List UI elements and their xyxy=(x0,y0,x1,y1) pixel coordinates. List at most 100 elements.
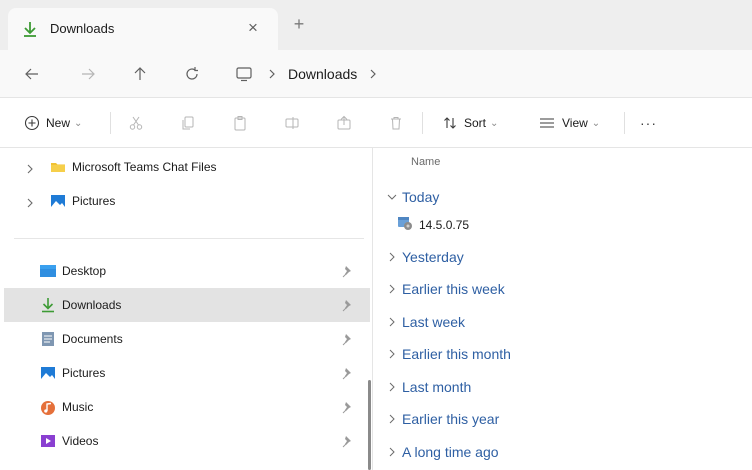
chevron-right-icon[interactable] xyxy=(266,68,278,80)
copy-icon xyxy=(182,116,194,130)
nav-label: Music xyxy=(62,400,94,414)
share-button[interactable] xyxy=(336,110,352,136)
group-a-long-time-ago[interactable]: A long time ago xyxy=(387,439,499,465)
download-icon xyxy=(22,20,38,38)
desktop-icon xyxy=(40,264,56,278)
new-button[interactable]: New ⌄ xyxy=(24,110,82,136)
copy-button[interactable] xyxy=(180,110,196,136)
scissors-icon xyxy=(129,116,143,130)
separator xyxy=(422,112,423,134)
monitor-icon xyxy=(236,67,252,82)
group-label: Last month xyxy=(402,379,472,395)
chevron-down-icon: ⌄ xyxy=(591,117,601,129)
videos-icon xyxy=(40,434,56,448)
plus-circle-icon xyxy=(24,115,40,131)
this-pc-button[interactable] xyxy=(232,62,256,86)
documents-icon xyxy=(40,332,56,346)
clipboard-icon xyxy=(234,116,246,131)
divider xyxy=(14,238,364,239)
refresh-icon xyxy=(186,67,198,80)
group-label: A long time ago xyxy=(402,444,499,460)
breadcrumb-downloads[interactable]: Downloads xyxy=(288,66,357,82)
nav-item-music[interactable]: Music xyxy=(4,390,370,424)
downloads-icon xyxy=(40,297,56,313)
nav-item-videos[interactable]: Videos xyxy=(4,424,370,458)
chevron-down-icon: ⌄ xyxy=(490,117,499,129)
up-button[interactable] xyxy=(128,62,152,86)
group-label: Earlier this month xyxy=(402,346,511,362)
delete-button[interactable] xyxy=(388,110,404,136)
group-earlier-this-year[interactable]: Earlier this year xyxy=(387,406,499,432)
chevron-right-icon[interactable] xyxy=(26,195,36,208)
chevron-right-icon[interactable] xyxy=(367,68,379,80)
nav-item-pictures-pinned[interactable]: Pictures xyxy=(4,356,370,390)
cut-button[interactable] xyxy=(128,110,144,136)
group-last-month[interactable]: Last month xyxy=(387,374,471,400)
nav-item-desktop[interactable]: Desktop xyxy=(4,254,370,288)
sort-button[interactable]: Sort ⌄ xyxy=(442,110,498,136)
group-yesterday[interactable]: Yesterday xyxy=(387,244,464,270)
pin-icon[interactable] xyxy=(342,400,354,414)
group-label: Earlier this week xyxy=(402,281,505,297)
chevron-right-icon xyxy=(387,446,397,458)
more-options-button[interactable]: ··· xyxy=(640,110,657,136)
forward-button[interactable] xyxy=(76,62,100,86)
group-earlier-this-week[interactable]: Earlier this week xyxy=(387,276,505,302)
pictures-icon xyxy=(40,366,56,380)
tab-title: Downloads xyxy=(50,21,115,36)
trash-icon xyxy=(391,117,401,130)
nav-label: Videos xyxy=(62,434,99,448)
nav-label: Desktop xyxy=(62,264,107,278)
breadcrumb: Downloads xyxy=(266,62,379,86)
pin-icon[interactable] xyxy=(342,298,354,312)
installer-file-icon xyxy=(397,215,413,236)
separator xyxy=(110,112,111,134)
sort-icon xyxy=(444,117,456,129)
file-name: 14.5.0.75 xyxy=(419,218,470,232)
chevron-right-icon xyxy=(387,381,397,393)
scrollbar-thumb[interactable] xyxy=(368,380,371,470)
chevron-down-icon xyxy=(387,191,397,203)
view-button[interactable]: View ⌄ xyxy=(538,110,600,136)
chevron-right-icon[interactable] xyxy=(26,161,36,174)
new-label: New xyxy=(46,116,71,130)
paste-button[interactable] xyxy=(232,110,248,136)
group-earlier-this-month[interactable]: Earlier this month xyxy=(387,341,511,367)
chevron-right-icon xyxy=(387,251,397,263)
share-icon xyxy=(337,115,351,130)
group-label: Today xyxy=(402,189,440,205)
navigation-bar: Downloads xyxy=(0,50,752,98)
nav-label: Pictures xyxy=(72,194,116,208)
arrow-left-icon xyxy=(25,68,38,80)
tab-downloads[interactable]: Downloads × xyxy=(8,8,278,50)
view-label: View xyxy=(562,116,588,130)
pin-icon[interactable] xyxy=(342,434,354,448)
pin-icon[interactable] xyxy=(342,264,354,278)
pictures-icon xyxy=(50,194,66,208)
file-row[interactable]: 14.5.0.75 xyxy=(397,214,469,236)
group-label: Yesterday xyxy=(402,249,464,265)
group-label: Earlier this year xyxy=(402,411,500,427)
pin-icon[interactable] xyxy=(342,332,354,346)
back-button[interactable] xyxy=(20,62,44,86)
arrow-right-icon xyxy=(82,68,95,80)
group-last-week[interactable]: Last week xyxy=(387,309,465,335)
arrow-up-icon xyxy=(134,67,146,80)
nav-label: Pictures xyxy=(62,366,106,380)
pin-icon[interactable] xyxy=(342,366,354,380)
column-header-name[interactable]: Name xyxy=(411,156,440,168)
nav-item-documents[interactable]: Documents xyxy=(4,322,370,356)
nav-item-microsoft-teams-chat-files[interactable]: Microsoft Teams Chat Files xyxy=(4,150,370,184)
close-tab-button[interactable]: × xyxy=(244,17,262,39)
nav-item-downloads[interactable]: Downloads xyxy=(4,288,370,322)
rename-button[interactable] xyxy=(284,110,300,136)
chevron-right-icon xyxy=(387,348,397,360)
new-tab-button[interactable]: + xyxy=(290,14,308,34)
chevron-right-icon xyxy=(387,316,397,328)
nav-item-pictures[interactable]: Pictures xyxy=(4,184,370,218)
command-bar: New ⌄ Sort ⌄ View ⌄ ··· xyxy=(0,98,752,148)
chevron-down-icon: ⌄ xyxy=(74,117,83,129)
tab-strip: Downloads × + xyxy=(0,0,752,50)
group-today[interactable]: Today xyxy=(387,184,439,210)
refresh-button[interactable] xyxy=(180,62,204,86)
